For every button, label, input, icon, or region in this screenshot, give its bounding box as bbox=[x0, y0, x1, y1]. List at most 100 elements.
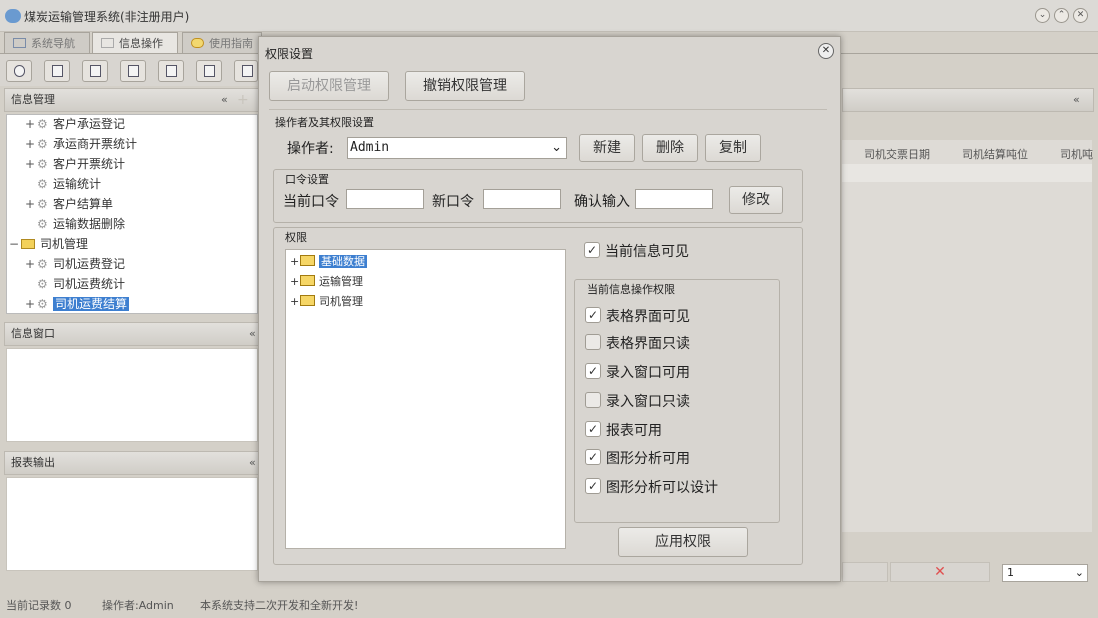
ops-label: 图形分析可以设计 bbox=[606, 480, 718, 496]
folder-icon bbox=[300, 295, 315, 306]
ops-checkbox[interactable]: ✓ bbox=[585, 363, 601, 379]
password-group-label: 口令设置 bbox=[285, 173, 329, 186]
checkmark-icon: ✓ bbox=[587, 422, 599, 436]
tab-system-nav[interactable]: 系统导航 bbox=[4, 32, 90, 54]
status-operator: 操作者:Admin bbox=[102, 599, 174, 612]
data-grid[interactable] bbox=[842, 140, 1092, 532]
nav-tree: + ⚙ 客户承运登记 + ⚙ 承运商开票统计 + ⚙ 客户开票统计 ⚙ 运输统计 + ⚙ 客户结算… bbox=[6, 114, 258, 314]
folder-icon bbox=[300, 275, 315, 286]
revoke-permission-button[interactable]: 撤销权限管理 bbox=[405, 71, 525, 101]
info-visible-checkbox[interactable]: ✓ bbox=[584, 242, 600, 258]
folder-icon bbox=[21, 239, 35, 249]
column-header[interactable]: 司机交票日期 bbox=[864, 146, 930, 162]
app-icon bbox=[5, 9, 21, 23]
info-window-area bbox=[6, 348, 258, 442]
delete-record-button[interactable]: ✕ bbox=[890, 562, 990, 582]
column-header[interactable]: 司机吨 bbox=[1060, 146, 1093, 162]
perm-tree-item[interactable]: + 运输管理 bbox=[290, 273, 363, 289]
info-visible-label: 当前信息可见 bbox=[605, 244, 689, 260]
grid-row[interactable] bbox=[842, 164, 1092, 182]
gear-icon: ⚙ bbox=[37, 177, 48, 191]
checkmark-icon: ✓ bbox=[587, 364, 599, 378]
tree-item[interactable]: + ⚙ 承运商开票统计 bbox=[25, 135, 137, 152]
ops-checkbox[interactable] bbox=[585, 392, 601, 408]
delete-operator-button[interactable]: 删除 bbox=[642, 134, 698, 162]
modify-password-button[interactable]: 修改 bbox=[729, 186, 783, 214]
enable-permission-button[interactable]: 启动权限管理 bbox=[269, 71, 389, 101]
collapse-icon[interactable]: « bbox=[221, 89, 228, 111]
tree-item[interactable]: + ⚙ 司机运费登记 bbox=[25, 255, 125, 272]
ops-checkbox[interactable]: ✓ bbox=[585, 421, 601, 437]
collapse-up-icon[interactable]: « bbox=[249, 323, 256, 345]
title-bar: 煤炭运输管理系统(非注册用户) ⌄ ⌃ ✕ bbox=[0, 0, 1098, 32]
new-operator-button[interactable]: 新建 bbox=[579, 134, 635, 162]
ops-checkbox[interactable]: ✓ bbox=[585, 449, 601, 465]
restore-icon[interactable]: ⌃ bbox=[1054, 8, 1069, 23]
collapse-up-icon[interactable]: « bbox=[249, 452, 256, 474]
minimize-icon[interactable]: ⌄ bbox=[1035, 8, 1050, 23]
gear-icon: ⚙ bbox=[37, 217, 48, 231]
users-icon[interactable] bbox=[120, 60, 146, 82]
current-password-label: 当前口令 bbox=[283, 194, 339, 210]
permission-tree: + 基础数据 + 运输管理 + 司机管理 bbox=[285, 249, 566, 549]
perm-tree-item-selected[interactable]: + 基础数据 bbox=[290, 253, 367, 269]
gear-icon: ⚙ bbox=[37, 137, 48, 151]
app-title: 煤炭运输管理系统(非注册用户) bbox=[24, 10, 190, 24]
checkmark-icon: ✓ bbox=[587, 308, 599, 322]
layout-icon[interactable] bbox=[44, 60, 70, 82]
tree-item[interactable]: + ⚙ 客户承运登记 bbox=[25, 115, 125, 132]
page-select[interactable]: 1 ⌄ bbox=[1002, 564, 1088, 582]
confirm-password-input[interactable] bbox=[635, 189, 713, 209]
close-icon[interactable]: ✕ bbox=[1073, 8, 1088, 23]
ops-checkbox[interactable] bbox=[585, 334, 601, 350]
apply-permission-button[interactable]: 应用权限 bbox=[618, 527, 748, 557]
nav-button[interactable] bbox=[842, 562, 888, 582]
confirm-password-label: 确认输入 bbox=[574, 194, 630, 210]
copy-operator-button[interactable]: 复制 bbox=[705, 134, 761, 162]
ops-label: 表格界面可见 bbox=[606, 309, 690, 325]
gear-icon: ⚙ bbox=[37, 197, 48, 211]
window-icon[interactable] bbox=[158, 60, 184, 82]
clock-icon bbox=[191, 38, 204, 48]
tree-item[interactable]: ⚙ 运输统计 bbox=[25, 175, 101, 192]
tab-info-ops[interactable]: 信息操作 bbox=[92, 32, 178, 54]
new-password-input[interactable] bbox=[483, 189, 561, 209]
ops-label: 录入窗口只读 bbox=[606, 394, 690, 410]
tab-guide[interactable]: 使用指南 bbox=[182, 32, 262, 54]
checkmark-icon: ✓ bbox=[586, 243, 598, 257]
export-icon[interactable] bbox=[196, 60, 222, 82]
current-password-input[interactable] bbox=[346, 189, 424, 209]
collapse-up-icon[interactable]: « bbox=[1073, 89, 1080, 111]
tree-item[interactable]: ⚙ 司机运费统计 bbox=[25, 275, 125, 292]
tree-item[interactable]: ⚙ 运输数据删除 bbox=[25, 215, 125, 232]
column-header[interactable]: 司机结算吨位 bbox=[962, 146, 1028, 162]
gear-icon: ⚙ bbox=[37, 297, 48, 311]
status-bar: 当前记录数 0 操作者:Admin 本系统支持二次开发和全新开发! bbox=[0, 590, 1098, 618]
document-icon[interactable] bbox=[82, 60, 108, 82]
chevron-down-icon: ⌄ bbox=[551, 140, 562, 155]
add-icon[interactable]: + bbox=[237, 89, 249, 111]
permission-group-label: 权限 bbox=[285, 231, 307, 244]
gear-icon: ⚙ bbox=[37, 157, 48, 171]
grid-icon bbox=[101, 38, 114, 48]
tree-item[interactable]: + ⚙ 客户开票统计 bbox=[25, 155, 125, 172]
gear-icon: ⚙ bbox=[37, 117, 48, 131]
ops-label: 报表可用 bbox=[606, 423, 662, 439]
divider bbox=[269, 109, 827, 110]
ops-checkbox[interactable]: ✓ bbox=[585, 478, 601, 494]
status-message: 本系统支持二次开发和全新开发! bbox=[200, 599, 359, 612]
print-icon[interactable] bbox=[234, 60, 258, 82]
monitor-icon bbox=[13, 38, 26, 48]
tree-group-driver[interactable]: − 司机管理 bbox=[9, 235, 88, 252]
operator-select[interactable]: Admin ⌄ bbox=[347, 137, 567, 159]
perm-tree-item[interactable]: + 司机管理 bbox=[290, 293, 363, 309]
info-panel-header: 信息管理 « + bbox=[4, 88, 260, 112]
tree-item[interactable]: + ⚙ 客户结算单 bbox=[25, 195, 113, 212]
search-icon[interactable] bbox=[6, 60, 32, 82]
dialog-close-icon[interactable]: ✕ bbox=[818, 43, 834, 59]
folder-icon bbox=[300, 255, 315, 266]
ops-checkbox[interactable]: ✓ bbox=[585, 307, 601, 323]
tree-item-selected[interactable]: + ⚙ 司机运费结算 bbox=[25, 295, 130, 312]
report-panel-header: 报表输出 « bbox=[4, 451, 260, 475]
window-panel-header: 信息窗口 « bbox=[4, 322, 260, 346]
